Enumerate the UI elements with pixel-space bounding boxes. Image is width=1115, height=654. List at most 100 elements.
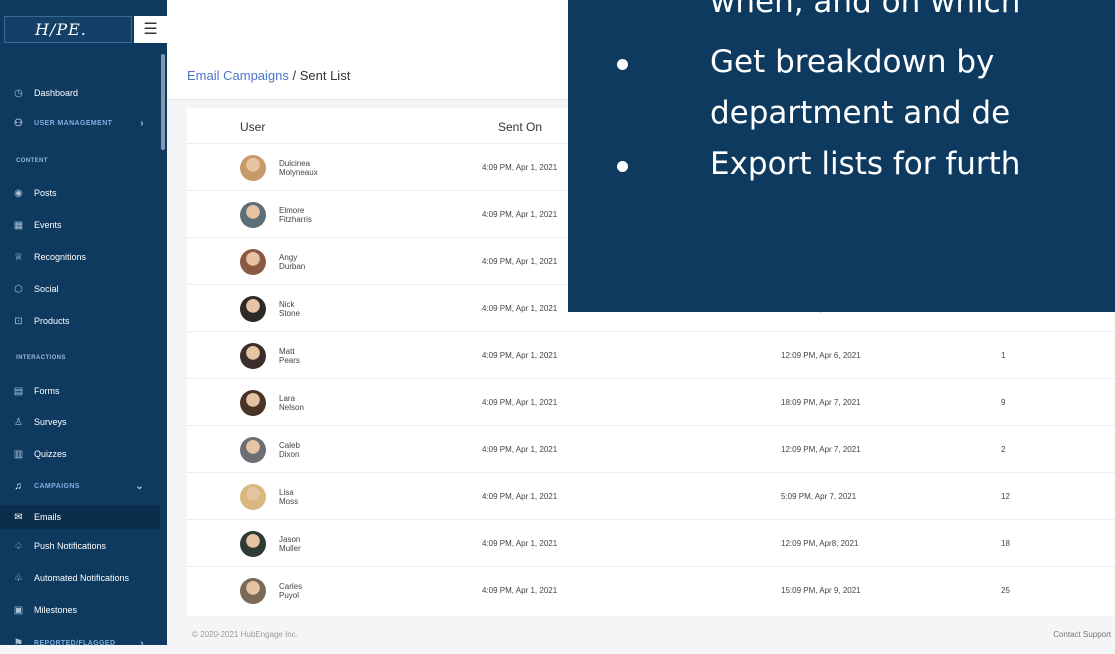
user-last-name: Dixon xyxy=(279,450,300,459)
user-name: Jason Muller xyxy=(279,535,301,553)
user-name: Caleb Dixon xyxy=(279,441,300,459)
avatar xyxy=(240,155,266,181)
sidebar-item-label: Emails xyxy=(34,512,62,522)
column-header-user[interactable]: User xyxy=(240,120,265,134)
sidebar-item-quizzes[interactable]: ▥ Quizzes xyxy=(0,443,160,465)
sidebar-item-label: REPORTED/FLAGGED xyxy=(34,639,116,647)
count-cell: 2 xyxy=(1001,445,1006,454)
sidebar-item-recognitions[interactable]: ♕ Recognitions xyxy=(0,246,160,268)
sidebar-item-emails[interactable]: ✉ Emails xyxy=(0,505,160,529)
user-first-name: Dulcinea xyxy=(279,159,311,168)
section-label-interactions: INTERACTIONS xyxy=(16,355,66,361)
sidebar-item-label: USER MANAGEMENT xyxy=(34,119,113,127)
avatar xyxy=(240,390,266,416)
form-icon: ▤ xyxy=(13,385,24,397)
sidebar-item-products[interactable]: ⊡ Products xyxy=(0,310,160,332)
sent-on-cell: 4:09 PM, Apr 1, 2021 xyxy=(482,163,558,172)
sidebar-item-dashboard[interactable]: ◷ Dashboard xyxy=(0,82,160,104)
avatar xyxy=(240,531,266,557)
sent-on-cell: 4:09 PM, Apr 1, 2021 xyxy=(482,210,558,219)
logo-bar: H/PE. ☰ xyxy=(0,0,167,64)
user-name: Lara Nelson xyxy=(279,394,304,412)
trophy-icon: ♕ xyxy=(14,251,23,263)
sidebar-item-label: Push Notifications xyxy=(34,541,107,551)
sidebar-item-user-management[interactable]: ⚇ USER MANAGEMENT › xyxy=(0,112,160,134)
user-first-name: Elmore xyxy=(279,206,305,215)
chevron-right-icon: › xyxy=(140,637,144,649)
avatar xyxy=(240,249,266,275)
sidebar-item-posts[interactable]: ◉ Posts xyxy=(0,182,160,204)
sidebar-item-campaigns[interactable]: ♫ CAMPAIGNS ⌄ xyxy=(0,475,160,497)
opened-on-cell: 12:09 PM, Apr8, 2021 xyxy=(781,539,859,548)
sent-on-cell: 4:09 PM, Apr 1, 2021 xyxy=(482,539,558,548)
flag-icon: ⚑ xyxy=(13,637,24,649)
posts-icon: ◉ xyxy=(14,187,23,199)
avatar xyxy=(240,343,266,369)
sidebar-item-label: Social xyxy=(34,284,59,294)
sidebar-item-social[interactable]: ⬡ Social xyxy=(0,278,160,300)
user-last-name: Muller xyxy=(279,544,301,553)
sidebar-item-label: Quizzes xyxy=(34,449,67,459)
bullet-icon xyxy=(617,59,628,70)
sent-on-cell: 4:09 PM, Apr 1, 2021 xyxy=(482,586,558,595)
user-last-name: Moss xyxy=(279,497,299,506)
avatar xyxy=(240,484,266,510)
sidebar-item-label: Surveys xyxy=(34,417,67,427)
column-header-sent-on[interactable]: Sent On xyxy=(498,120,542,134)
feature-overlay-panel: when, and on which Get breakdown by depa… xyxy=(568,0,1115,312)
breadcrumb-current: Sent List xyxy=(299,68,351,83)
breadcrumb-link-email-campaigns[interactable]: Email Campaigns xyxy=(187,68,289,83)
user-last-name: Nelson xyxy=(279,403,304,412)
opened-on-cell: 15:09 PM, Apr 9, 2021 xyxy=(781,586,861,595)
opened-on-cell: 5:09 PM, Apr 7, 2021 xyxy=(781,492,857,501)
table-row[interactable]: Matt Pears 4:09 PM, Apr 1, 2021 12:09 PM, A… xyxy=(187,331,1115,379)
user-last-name: Puyol xyxy=(279,591,300,600)
sent-on-cell: 4:09 PM, Apr 1, 2021 xyxy=(482,257,558,266)
sidebar-item-label: Automated Notifications xyxy=(34,573,130,583)
sidebar-scrollbar[interactable] xyxy=(161,54,165,150)
sidebar-item-label: Products xyxy=(34,316,70,326)
table-row[interactable]: Jason Muller 4:09 PM, Apr 1, 2021 12:09 PM,… xyxy=(187,519,1115,567)
sidebar-item-label: Milestones xyxy=(34,605,78,615)
sidebar-item-milestones[interactable]: ▣ Milestones xyxy=(0,599,160,621)
count-cell: 18 xyxy=(1001,539,1010,548)
sidebar-item-events[interactable]: ▦ Events xyxy=(0,214,160,236)
sidebar-item-label: Recognitions xyxy=(34,252,87,262)
sidebar-item-forms[interactable]: ▤ Forms xyxy=(0,380,160,402)
gift-icon: ⊡ xyxy=(14,315,23,327)
opened-on-cell: 12:09 PM, Apr 6, 2021 xyxy=(781,351,861,360)
user-last-name: Stone xyxy=(279,309,300,318)
hamburger-menu-icon[interactable]: ☰ xyxy=(134,16,167,43)
user-first-name: Jason xyxy=(279,535,301,544)
table-row[interactable]: Lara Nelson 4:09 PM, Apr 1, 2021 18:09 PM, … xyxy=(187,378,1115,426)
user-last-name: Durban xyxy=(279,262,306,271)
sent-on-cell: 4:09 PM, Apr 1, 2021 xyxy=(482,492,558,501)
table-row[interactable]: Lisa Moss 4:09 PM, Apr 1, 2021 5:09 PM, Apr… xyxy=(187,472,1115,520)
user-first-name: Carles xyxy=(279,582,303,591)
sent-on-cell: 4:09 PM, Apr 1, 2021 xyxy=(482,398,558,407)
user-first-name: Lisa xyxy=(279,488,294,497)
user-last-name: Pears xyxy=(279,356,300,365)
user-first-name: Nick xyxy=(279,300,295,309)
user-last-name: Molyneaux xyxy=(279,168,318,177)
survey-icon: ♙ xyxy=(14,416,23,428)
sidebar-item-push-notifications[interactable]: ♤ Push Notifications xyxy=(0,535,160,557)
user-name: Lisa Moss xyxy=(279,488,298,506)
user-first-name: Angy xyxy=(279,253,298,262)
overlay-bullet-text: Export lists for furth xyxy=(710,146,1021,182)
user-name: Elmore Fitzharris xyxy=(279,206,312,224)
quiz-icon: ▥ xyxy=(13,448,24,460)
chevron-right-icon: › xyxy=(140,117,144,129)
sidebar: H/PE. ☰ ◷ Dashboard ⚇ USER MANAGEMENT › CON… xyxy=(0,0,167,649)
count-cell: 9 xyxy=(1001,398,1006,407)
brand-logo[interactable]: H/PE. xyxy=(4,16,132,43)
opened-on-cell: 12:09 PM, Apr 7, 2021 xyxy=(781,445,861,454)
contact-support-link[interactable]: Contact Support xyxy=(1053,630,1111,639)
sidebar-item-automated-notifications[interactable]: ♧ Automated Notifications xyxy=(0,567,160,589)
table-row[interactable]: Caleb Dixon 4:09 PM, Apr 1, 2021 12:09 PM, … xyxy=(187,425,1115,473)
sidebar-item-surveys[interactable]: ♙ Surveys xyxy=(0,411,160,433)
sidebar-item-reported-flagged[interactable]: ⚑ REPORTED/FLAGGED › xyxy=(0,632,160,654)
table-row[interactable]: Carles Puyol 4:09 PM, Apr 1, 2021 15:09 PM,… xyxy=(187,566,1115,614)
user-first-name: Lara xyxy=(279,394,296,403)
user-name: Carles Puyol xyxy=(279,582,302,600)
